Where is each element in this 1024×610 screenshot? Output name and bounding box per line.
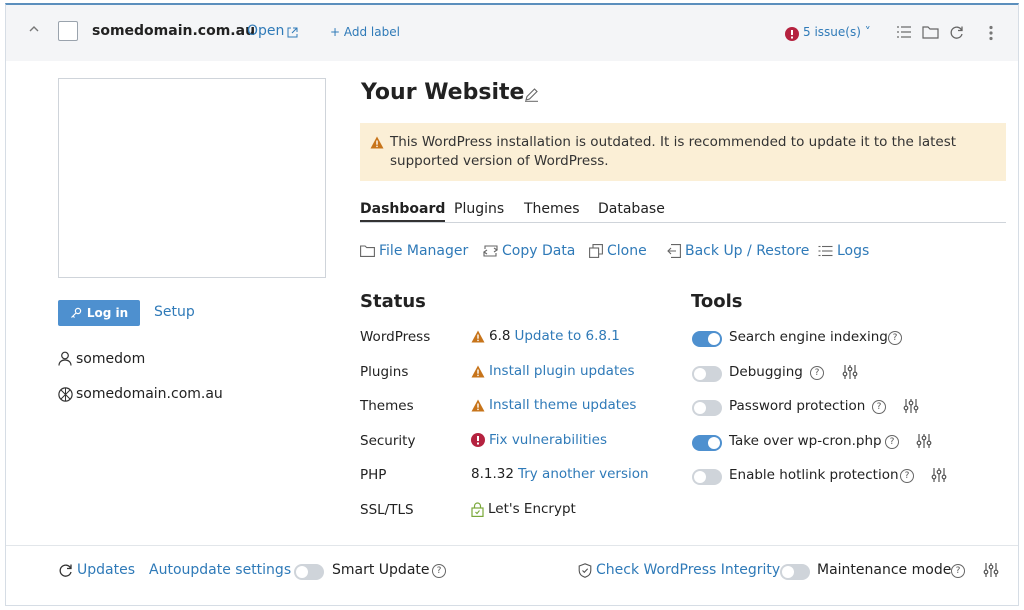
- status-label-wordpress: WordPress: [360, 329, 431, 345]
- status-label-php: PHP: [360, 467, 387, 483]
- copy-data-icon: [483, 245, 498, 257]
- hotlink-protection-toggle[interactable]: [692, 469, 722, 485]
- error-icon: [471, 433, 485, 447]
- issues-dropdown[interactable]: 5 issue(s) ˅: [803, 25, 871, 39]
- status-value-php: 8.1.32 Try another version: [471, 466, 649, 482]
- status-label-ssl: SSL/TLS: [360, 502, 414, 518]
- folder-icon[interactable]: [922, 25, 939, 39]
- refresh-icon[interactable]: [949, 25, 964, 40]
- maintenance-mode-toggle[interactable]: [780, 564, 810, 580]
- take-over-wp-cron-toggle[interactable]: [692, 435, 722, 451]
- status-label-security: Security: [360, 433, 416, 449]
- lock-icon: [471, 501, 484, 517]
- warning-icon: [471, 399, 485, 411]
- site-screenshot-thumbnail[interactable]: [58, 78, 326, 278]
- settings-sliders-icon[interactable]: [983, 562, 999, 578]
- status-label-plugins: Plugins: [360, 364, 409, 380]
- globe-icon: [58, 387, 73, 402]
- user-icon: [58, 351, 72, 366]
- wordpress-site-card: somedomain.com.au Open + Add label 5 iss…: [5, 3, 1019, 606]
- list-icon[interactable]: [896, 25, 912, 39]
- backup-restore-icon: [667, 244, 681, 258]
- status-value-wordpress: 6.8 Update to 6.8.1: [471, 328, 620, 344]
- backup-restore-button[interactable]: Back Up / Restore: [667, 243, 809, 259]
- help-icon[interactable]: ?: [872, 400, 886, 414]
- check-wordpress-integrity-link[interactable]: Check WordPress Integrity: [596, 562, 780, 578]
- external-link-icon[interactable]: [287, 27, 298, 38]
- edit-title-icon[interactable]: [524, 87, 539, 102]
- install-theme-updates-link[interactable]: Install theme updates: [489, 397, 636, 413]
- site-select-checkbox[interactable]: [58, 21, 78, 41]
- tab-plugins[interactable]: Plugins: [454, 201, 504, 217]
- add-label-button[interactable]: + Add label: [330, 25, 400, 39]
- settings-sliders-icon[interactable]: [842, 364, 858, 380]
- folder-icon: [360, 245, 375, 257]
- site-username: somedom: [76, 351, 146, 367]
- password-protection-toggle[interactable]: [692, 400, 722, 416]
- outdated-warning-banner: This WordPress installation is outdated.…: [360, 123, 1006, 181]
- shield-icon: [578, 563, 592, 578]
- page-title: Your Website: [361, 80, 525, 105]
- maintenance-mode-label: Maintenance mode: [817, 562, 952, 578]
- copy-data-button[interactable]: Copy Data: [483, 243, 575, 259]
- try-another-version-link[interactable]: Try another version: [518, 466, 649, 482]
- tab-database[interactable]: Database: [598, 201, 665, 217]
- install-plugin-updates-link[interactable]: Install plugin updates: [489, 363, 635, 379]
- file-manager-button[interactable]: File Manager: [360, 243, 468, 259]
- warning-text: This WordPress installation is outdated.…: [390, 134, 957, 169]
- settings-sliders-icon[interactable]: [903, 398, 919, 414]
- logs-icon: [818, 245, 833, 257]
- tab-themes[interactable]: Themes: [524, 201, 580, 217]
- clone-icon: [589, 244, 603, 258]
- tool-label-wp-cron: Take over wp-cron.php: [729, 433, 882, 449]
- status-value-ssl: Let's Encrypt: [471, 501, 576, 517]
- smart-update-toggle[interactable]: [294, 564, 324, 580]
- chevron-up-icon[interactable]: [28, 23, 40, 35]
- warning-icon: [471, 330, 485, 342]
- clone-button[interactable]: Clone: [589, 243, 647, 259]
- status-value-security: Fix vulnerabilities: [471, 432, 607, 448]
- site-url: somedomain.com.au: [76, 386, 223, 402]
- status-value-themes: Install theme updates: [471, 397, 636, 413]
- tab-bar: Dashboard Plugins Themes Database: [360, 199, 1006, 223]
- help-icon[interactable]: ?: [432, 564, 446, 578]
- refresh-icon: [58, 563, 73, 578]
- tool-label-debugging: Debugging: [729, 364, 803, 380]
- fix-vulnerabilities-link[interactable]: Fix vulnerabilities: [489, 432, 607, 448]
- open-site-link[interactable]: Open: [247, 23, 284, 39]
- tools-heading: Tools: [691, 291, 743, 312]
- help-icon[interactable]: ?: [810, 366, 824, 380]
- warning-icon: [370, 136, 384, 149]
- tool-label-password-protection: Password protection: [729, 398, 866, 414]
- help-icon[interactable]: ?: [885, 435, 899, 449]
- settings-sliders-icon[interactable]: [916, 433, 932, 449]
- autoupdate-settings-link[interactable]: Autoupdate settings: [149, 562, 291, 578]
- tool-label-hotlink-protection: Enable hotlink protection: [729, 467, 899, 483]
- card-header: somedomain.com.au Open + Add label 5 iss…: [6, 5, 1018, 61]
- status-label-themes: Themes: [360, 398, 414, 414]
- key-icon: [70, 307, 82, 318]
- help-icon[interactable]: ?: [900, 469, 914, 483]
- footer-divider: [6, 545, 1018, 546]
- smart-update-label: Smart Update: [332, 562, 430, 578]
- updates-link[interactable]: Updates: [77, 562, 135, 578]
- debugging-toggle[interactable]: [692, 366, 722, 382]
- issue-alert-icon: [785, 27, 799, 41]
- logs-button[interactable]: Logs: [818, 243, 869, 259]
- tab-dashboard[interactable]: Dashboard: [360, 201, 446, 222]
- more-options-icon[interactable]: [988, 25, 994, 41]
- help-icon[interactable]: ?: [888, 331, 902, 345]
- settings-sliders-icon[interactable]: [931, 467, 947, 483]
- log-in-button[interactable]: Log in: [58, 300, 140, 326]
- domain-name: somedomain.com.au: [92, 23, 256, 39]
- help-icon[interactable]: ?: [951, 564, 965, 578]
- tool-label-search-indexing: Search engine indexing: [729, 329, 888, 345]
- search-engine-indexing-toggle[interactable]: [692, 331, 722, 347]
- status-heading: Status: [360, 291, 426, 312]
- status-value-plugins: Install plugin updates: [471, 363, 635, 379]
- update-wordpress-link[interactable]: Update to 6.8.1: [514, 328, 619, 344]
- setup-link[interactable]: Setup: [154, 304, 195, 320]
- warning-icon: [471, 365, 485, 377]
